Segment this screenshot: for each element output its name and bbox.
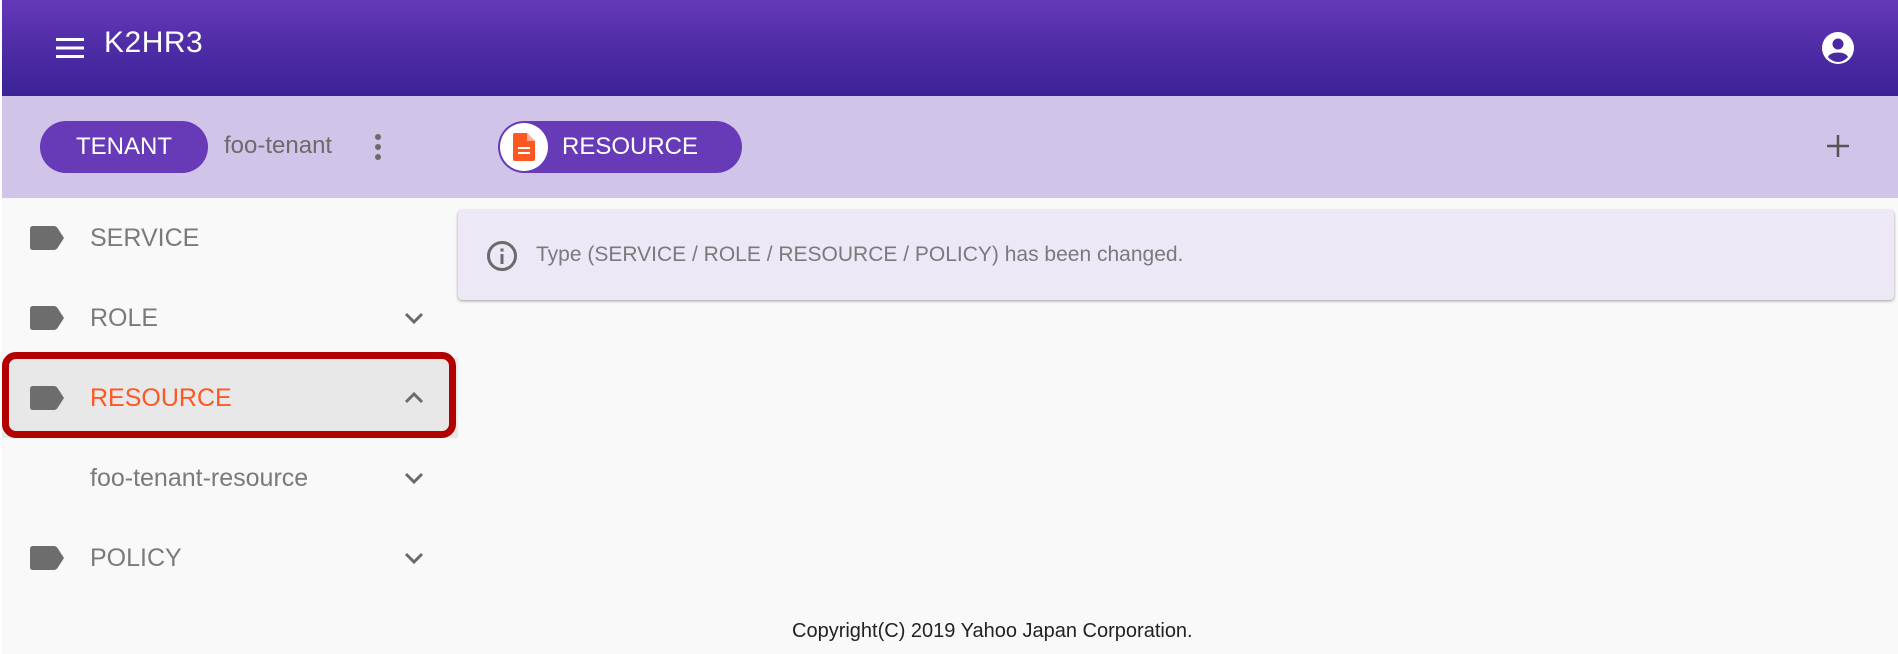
chevron-down-icon[interactable] bbox=[400, 304, 428, 332]
chevron-up-icon[interactable] bbox=[400, 384, 428, 412]
sidebar-item-label: RESOURCE bbox=[90, 384, 232, 412]
info-message-card: Type (SERVICE / ROLE / RESOURCE / POLICY… bbox=[458, 210, 1894, 300]
resource-document-icon bbox=[500, 123, 548, 171]
sidebar-item-label: SERVICE bbox=[90, 224, 200, 252]
sidebar-item-resource[interactable]: RESOURCE bbox=[2, 358, 458, 438]
tenant-chip[interactable]: TENANT bbox=[40, 121, 208, 173]
sidebar-item-label: POLICY bbox=[90, 544, 182, 572]
sidebar-subitem-label: foo-tenant-resource bbox=[90, 464, 309, 492]
account-circle-icon[interactable] bbox=[1818, 28, 1858, 68]
tenant-chip-label: TENANT bbox=[76, 133, 172, 160]
label-icon bbox=[30, 386, 64, 410]
label-icon bbox=[30, 546, 64, 570]
app-title: K2HR3 bbox=[104, 26, 204, 59]
more-vert-icon[interactable] bbox=[362, 128, 394, 166]
info-message-text: Type (SERVICE / ROLE / RESOURCE / POLICY… bbox=[536, 243, 1184, 266]
copyright-text: Copyright(C) 2019 Yahoo Japan Corporatio… bbox=[792, 620, 1193, 642]
label-icon bbox=[30, 306, 64, 330]
menu-icon[interactable] bbox=[54, 32, 86, 64]
sidebar-tree: SERVICE ROLE RESOURCE foo-tenant-resourc… bbox=[2, 198, 458, 598]
sidebar-item-role[interactable]: ROLE bbox=[2, 278, 458, 358]
sidebar-item-label: ROLE bbox=[90, 304, 159, 332]
resource-type-chip[interactable]: RESOURCE bbox=[498, 121, 742, 173]
info-icon bbox=[487, 241, 517, 271]
tenant-name: foo-tenant bbox=[224, 132, 333, 159]
sidebar-item-policy[interactable]: POLICY bbox=[2, 518, 458, 598]
tenant-toolbar: TENANT foo-tenant RESOURCE bbox=[2, 96, 1898, 198]
label-icon bbox=[30, 226, 64, 250]
add-icon[interactable] bbox=[1818, 126, 1858, 166]
resource-chip-label: RESOURCE bbox=[562, 133, 699, 160]
sidebar-item-service[interactable]: SERVICE bbox=[2, 198, 458, 278]
chevron-down-icon[interactable] bbox=[400, 544, 428, 572]
sidebar-subitem-foo-tenant-resource[interactable]: foo-tenant-resource bbox=[2, 438, 458, 518]
app-bar: K2HR3 bbox=[2, 0, 1898, 96]
chevron-down-icon[interactable] bbox=[400, 464, 428, 492]
app-root: K2HR3 TENANT foo-tenant RESOURCE SERVICE… bbox=[2, 0, 1898, 654]
